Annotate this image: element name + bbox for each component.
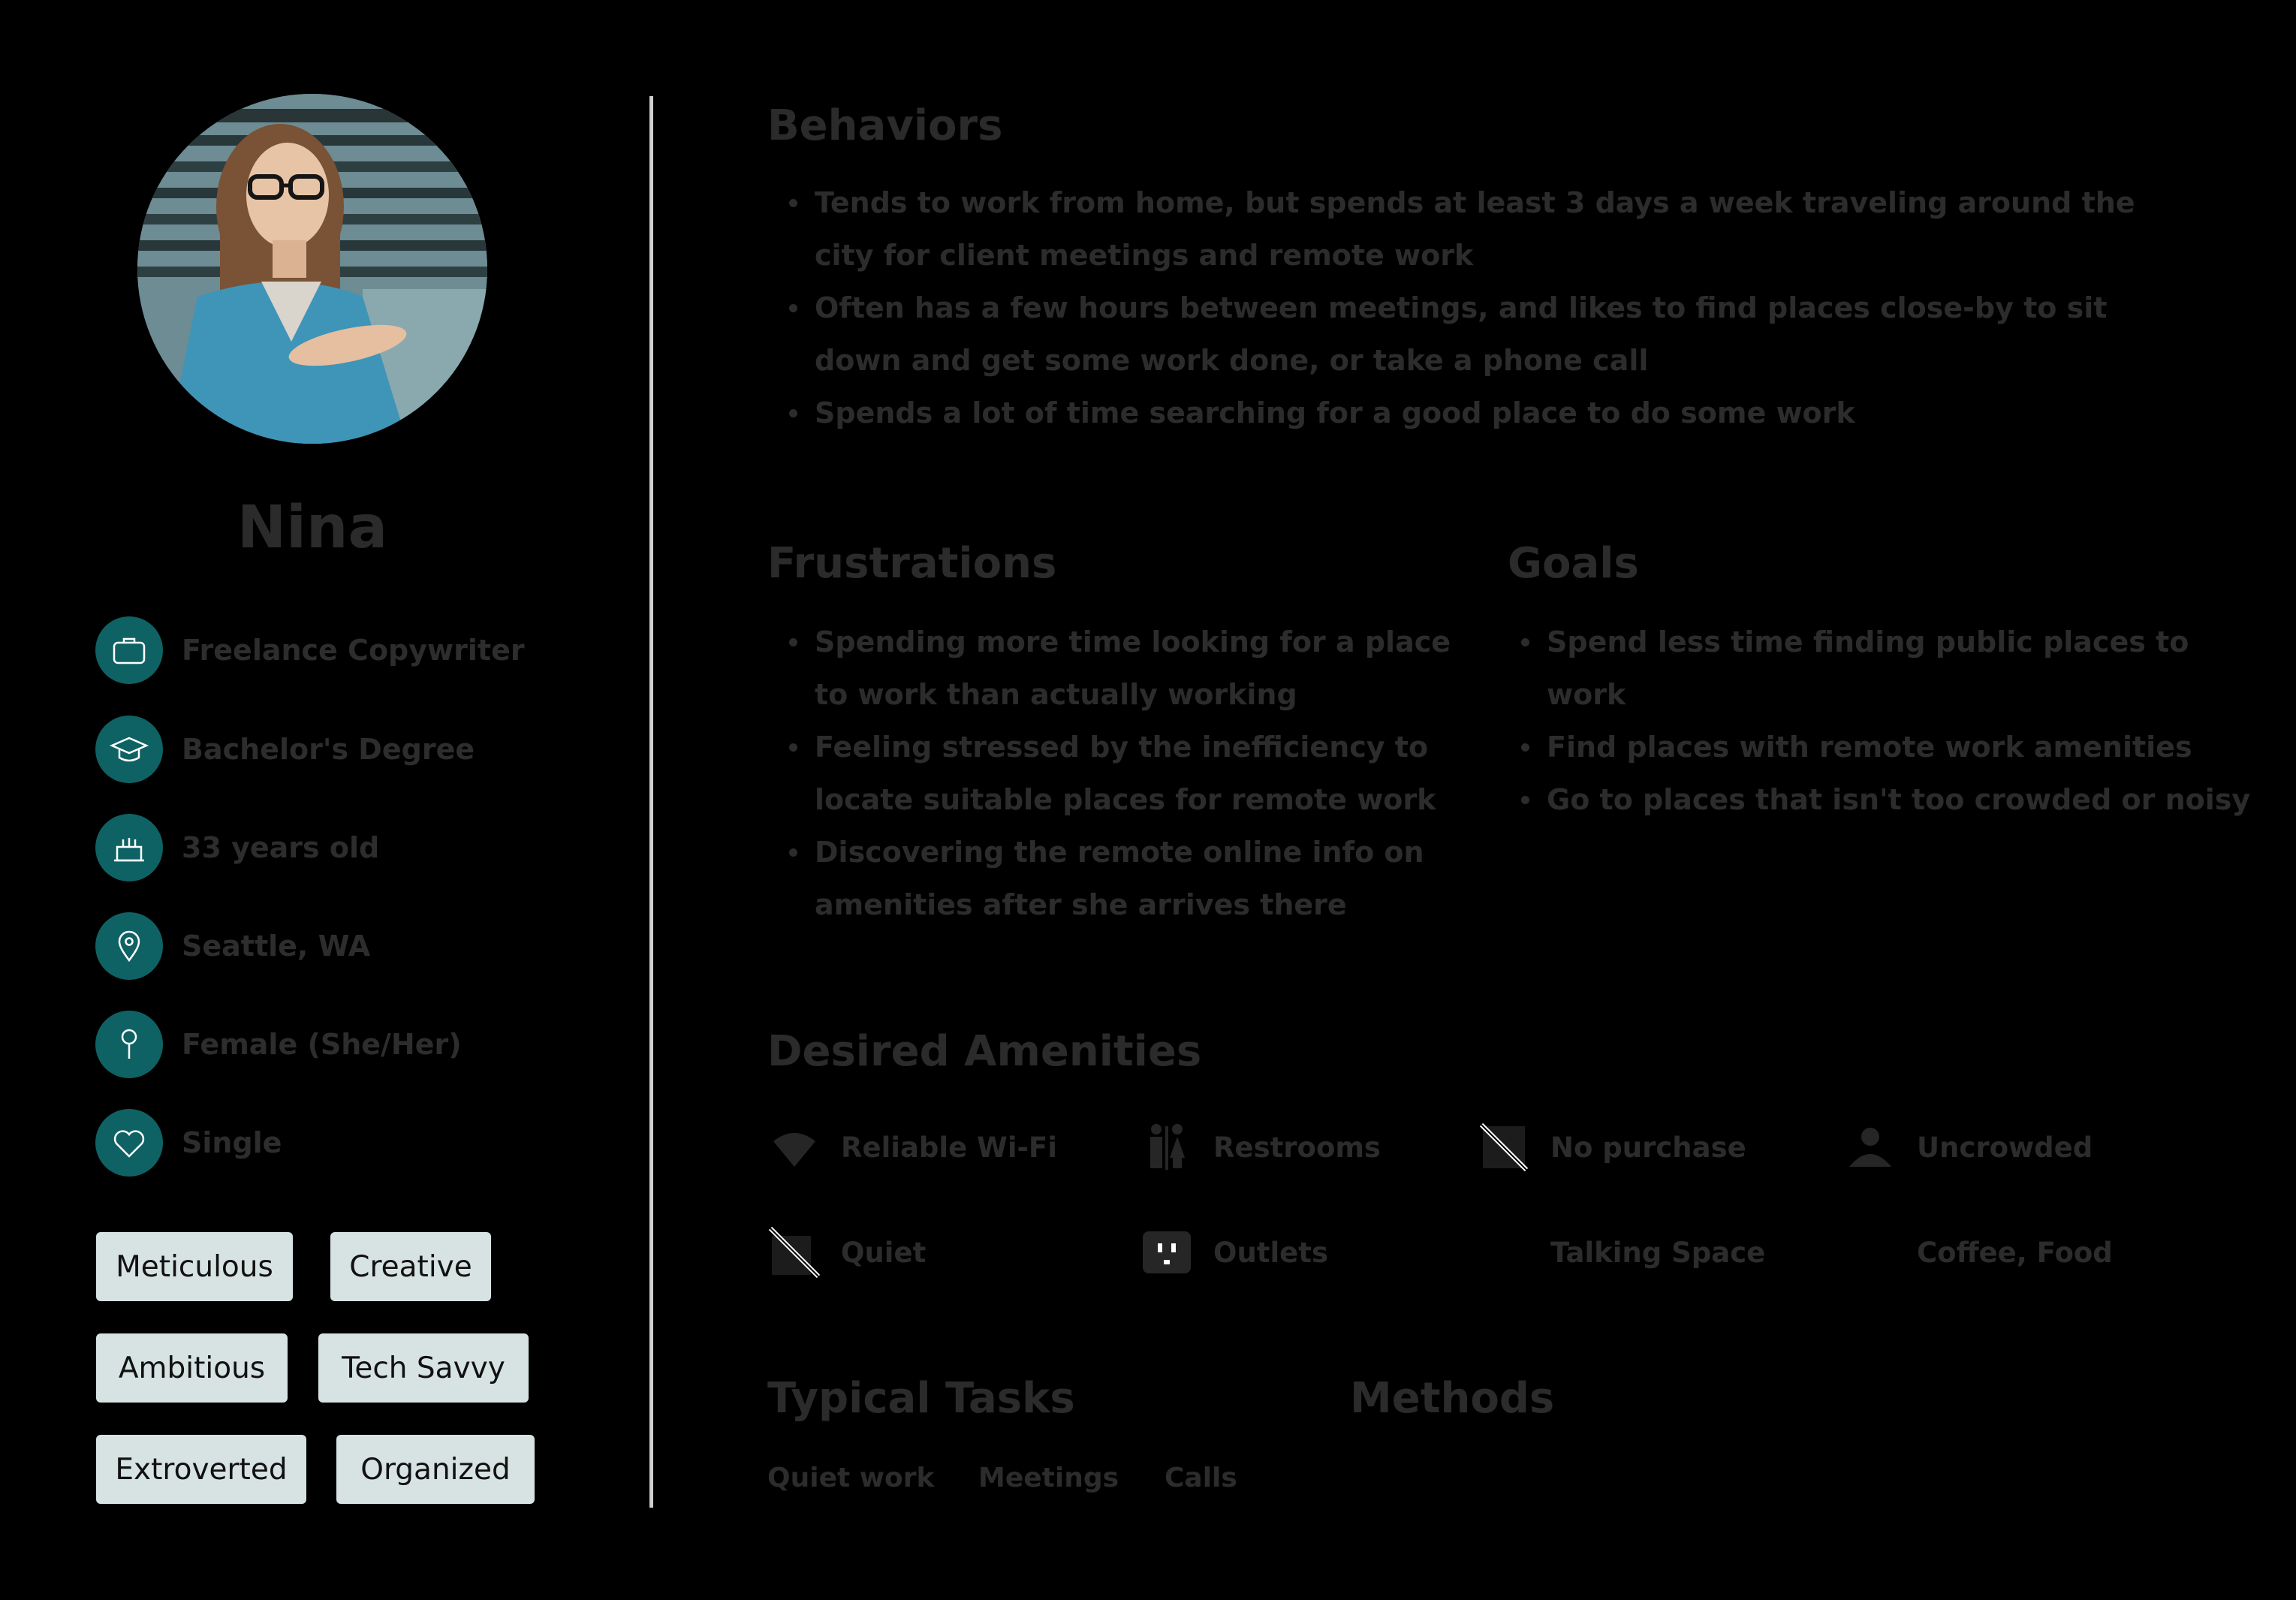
info-row-education: Bachelor's Degree: [95, 715, 546, 784]
info-text-occupation: Freelance Copywriter: [182, 634, 525, 667]
amenity-label: Talking Space: [1550, 1236, 1766, 1269]
tools-heading: Typical Tasks: [767, 1374, 1075, 1423]
birthday-cake-icon: [95, 814, 163, 881]
frustration-item: Feeling stressed by the inefficiency to …: [785, 721, 1460, 826]
behaviors-list: Tends to work from home, but spends at l…: [785, 176, 2136, 439]
graduation-cap-icon: [95, 716, 163, 783]
goal-item: Find places with remote work amenities: [1517, 721, 2267, 773]
info-row-location: Seattle, WA: [95, 911, 546, 981]
amenity-label: Reliable Wi-Fi: [841, 1131, 1057, 1164]
avatar: [137, 94, 487, 444]
frustrations-list: Spending more time looking for a place t…: [785, 616, 1460, 931]
info-row-occupation: Freelance Copywriter: [95, 616, 546, 685]
trait-chip: Meticulous: [96, 1232, 293, 1301]
trait-chip: Ambitious: [96, 1333, 288, 1403]
amenities-heading: Desired Amenities: [767, 1027, 1202, 1076]
amenity-restrooms: Restrooms: [1140, 1117, 1381, 1177]
restroom-icon: [1140, 1120, 1194, 1174]
tool-item: Quiet work: [767, 1463, 935, 1493]
no-purchase-icon: [1477, 1120, 1531, 1174]
info-row-age: 33 years old: [95, 813, 546, 882]
tool-item: Meetings: [978, 1463, 1119, 1493]
amenity-label: Outlets: [1213, 1236, 1328, 1269]
amenity-quiet: Quiet: [767, 1222, 926, 1282]
gender-icon: [95, 1011, 163, 1078]
amenity-uncrowded: Uncrowded: [1843, 1117, 2093, 1177]
goals-list: Spend less time finding public places to…: [1517, 616, 2267, 826]
amenity-no-purchase: No purchase: [1477, 1117, 1746, 1177]
amenity-talking-space: Talking Space: [1477, 1222, 1765, 1282]
info-text-location: Seattle, WA: [182, 930, 371, 963]
amenity-label: Coffee, Food: [1917, 1236, 2113, 1269]
column-divider: [649, 96, 653, 1508]
goals-heading: Goals: [1508, 539, 1639, 588]
avatar-photo: [137, 94, 487, 444]
wifi-icon: [767, 1120, 821, 1174]
behaviors-heading: Behaviors: [767, 101, 1003, 150]
tool-item: Calls: [1165, 1463, 1237, 1493]
frustration-item: Discovering the remote online info on am…: [785, 826, 1460, 931]
info-text-gender: Female (She/Her): [182, 1028, 462, 1061]
info-text-age: 33 years old: [182, 831, 380, 864]
methods-heading: Methods: [1350, 1374, 1555, 1423]
amenity-label: Uncrowded: [1917, 1131, 2093, 1164]
amenity-label: Restrooms: [1213, 1131, 1381, 1164]
behavior-item: Often has a few hours between meetings, …: [785, 282, 2136, 387]
frustrations-heading: Frustrations: [767, 539, 1057, 588]
outlet-icon: [1140, 1225, 1194, 1279]
location-pin-icon: [95, 912, 163, 980]
persona-name: Nina: [237, 494, 388, 562]
amenity-outlets: Outlets: [1140, 1222, 1328, 1282]
uncrowded-icon: [1843, 1120, 1897, 1174]
goal-item: Go to places that isn't too crowded or n…: [1517, 773, 2267, 826]
heart-icon: [95, 1109, 163, 1177]
coffee-icon: [1843, 1225, 1897, 1279]
trait-chip: Creative: [330, 1232, 491, 1301]
briefcase-icon: [95, 616, 163, 684]
info-text-education: Bachelor's Degree: [182, 733, 475, 766]
quiet-icon: [767, 1225, 821, 1279]
talking-space-icon: [1477, 1225, 1531, 1279]
info-row-gender: Female (She/Her): [95, 1010, 546, 1079]
trait-chip: Organized: [336, 1435, 535, 1504]
info-text-relationship: Single: [182, 1126, 282, 1159]
amenity-coffee-food: Coffee, Food: [1843, 1222, 2113, 1282]
goal-item: Spend less time finding public places to…: [1517, 616, 2267, 721]
trait-chip: Tech Savvy: [318, 1333, 529, 1403]
amenity-label: Quiet: [841, 1236, 927, 1269]
frustration-item: Spending more time looking for a place t…: [785, 616, 1460, 721]
amenity-wifi: Reliable Wi-Fi: [767, 1117, 1057, 1177]
behavior-item: Spends a lot of time searching for a goo…: [785, 387, 2136, 439]
amenity-label: No purchase: [1550, 1131, 1746, 1164]
trait-chip: Extroverted: [96, 1435, 306, 1504]
behavior-item: Tends to work from home, but spends at l…: [785, 176, 2136, 282]
info-row-relationship: Single: [95, 1108, 546, 1177]
